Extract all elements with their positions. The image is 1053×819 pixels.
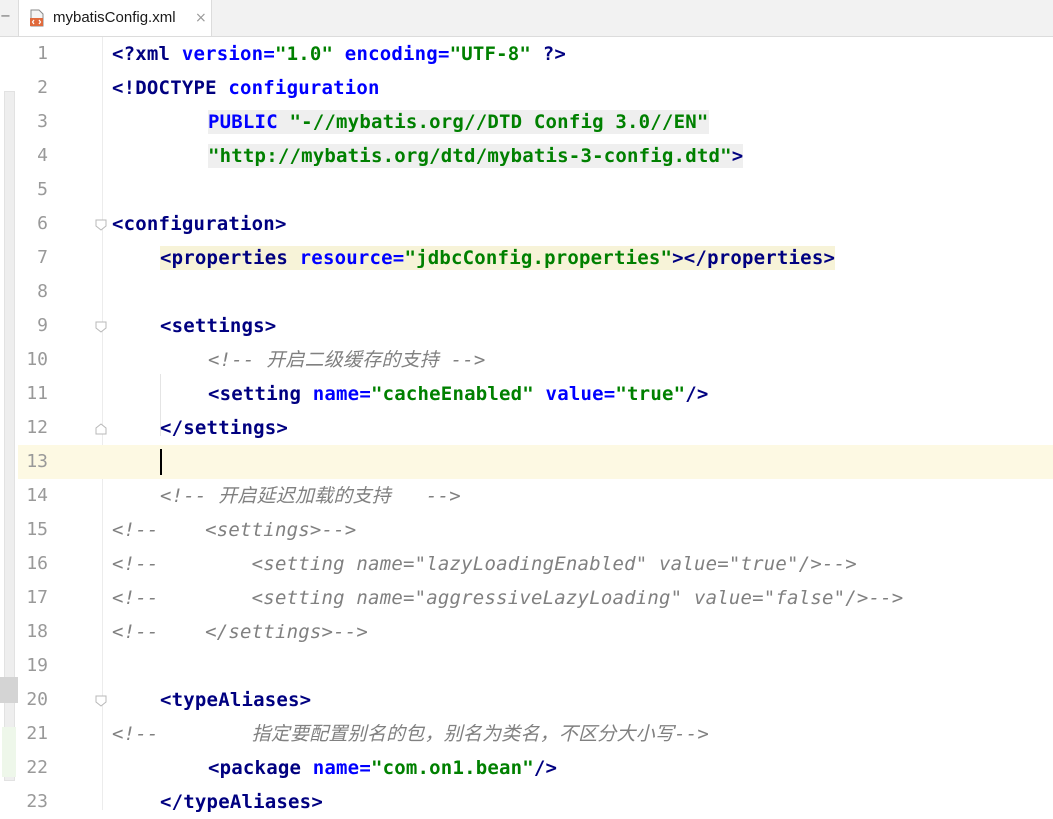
- line-number: 13: [26, 451, 48, 472]
- code-line[interactable]: 14 <!-- 开启延迟加载的支持 -->: [18, 479, 1053, 513]
- line-number: 14: [26, 485, 48, 506]
- comment-text: <!-- <setting name="lazyLoadingEnabled" …: [112, 553, 857, 575]
- fold-marker-icon[interactable]: [94, 421, 108, 435]
- line-number: 4: [37, 145, 48, 166]
- code-line[interactable]: 3 PUBLIC "-//mybatis.org//DTD Config 3.0…: [18, 105, 1053, 139]
- code-line[interactable]: 15 <!-- <settings>-->: [18, 513, 1053, 547]
- code-line[interactable]: 19: [18, 649, 1053, 683]
- line-number: 2: [37, 77, 48, 98]
- side-scroll-thumb[interactable]: [0, 677, 18, 703]
- fold-marker-icon[interactable]: [94, 693, 108, 707]
- line-number: 22: [26, 757, 48, 778]
- close-tab-icon[interactable]: ×: [195, 8, 207, 28]
- line-number: 5: [37, 179, 48, 200]
- code-line[interactable]: 18 <!-- </settings>-->: [18, 615, 1053, 649]
- line-number: 7: [37, 247, 48, 268]
- comment-text: <!-- 开启二级缓存的支持 -->: [208, 349, 486, 371]
- comment-text: <!-- <setting name="aggressiveLazyLoadin…: [112, 587, 904, 609]
- tab-label: mybatisConfig.xml: [53, 9, 176, 26]
- line-number: 6: [37, 213, 48, 234]
- comment-text: <!-- 开启延迟加载的支持 -->: [160, 485, 461, 507]
- line-number: 10: [26, 349, 48, 370]
- code-line[interactable]: 9 <settings>: [18, 309, 1053, 343]
- tab-mybatis-config[interactable]: mybatisConfig.xml ×: [18, 0, 212, 36]
- line-content: </typeAliases>: [160, 791, 323, 813]
- code-line[interactable]: 1 <?xml version="1.0" encoding="UTF-8" ?…: [18, 37, 1053, 71]
- code-line[interactable]: 17 <!-- <setting name="aggressiveLazyLoa…: [18, 581, 1053, 615]
- line-content: PUBLIC "-//mybatis.org//DTD Config 3.0//…: [208, 110, 709, 134]
- code-line[interactable]: 8: [18, 275, 1053, 309]
- line-content: <properties resource="jdbcConfig.propert…: [160, 246, 836, 270]
- text-caret: [160, 449, 162, 475]
- line-content: </settings>: [160, 417, 289, 439]
- line-number: 21: [26, 723, 48, 744]
- line-number: 3: [37, 111, 48, 132]
- line-number: 19: [26, 655, 48, 676]
- code-line[interactable]: 6 <configuration>: [18, 207, 1053, 241]
- line-content: <!DOCTYPE configuration: [112, 77, 380, 99]
- editor-tab-bar: − mybatisConfig.xml ×: [0, 0, 1053, 37]
- line-content: <package name="com.on1.bean"/>: [208, 757, 558, 779]
- line-number: 18: [26, 621, 48, 642]
- code-line[interactable]: 4 "http://mybatis.org/dtd/mybatis-3-conf…: [18, 139, 1053, 173]
- collapse-panel-icon[interactable]: −: [0, 10, 11, 24]
- code-line[interactable]: 12 </settings>: [18, 411, 1053, 445]
- line-number: 8: [37, 281, 48, 302]
- change-marker: [2, 727, 16, 777]
- comment-text: <!-- 指定要配置别名的包，别名为类名，不区分大小写-->: [112, 723, 709, 745]
- code-line[interactable]: 11 <setting name="cacheEnabled" value="t…: [18, 377, 1053, 411]
- line-content: <?xml version="1.0" encoding="UTF-8" ?>: [112, 43, 566, 65]
- code-line[interactable]: 22 <package name="com.on1.bean"/>: [18, 751, 1053, 785]
- line-number: 12: [26, 417, 48, 438]
- xml-file-icon: [29, 9, 45, 27]
- left-window-edge: [0, 37, 18, 810]
- line-content: <settings>: [160, 315, 277, 337]
- code-line[interactable]: 5: [18, 173, 1053, 207]
- comment-text: <!-- </settings>-->: [112, 621, 369, 643]
- comment-text: <!-- <settings>-->: [112, 519, 357, 541]
- line-number: 9: [37, 315, 48, 336]
- code-line[interactable]: 10 <!-- 开启二级缓存的支持 -->: [18, 343, 1053, 377]
- line-number: 20: [26, 689, 48, 710]
- code-line[interactable]: 16 <!-- <setting name="lazyLoadingEnable…: [18, 547, 1053, 581]
- line-content: <typeAliases>: [160, 689, 312, 711]
- code-line[interactable]: 7 <properties resource="jdbcConfig.prope…: [18, 241, 1053, 275]
- line-number: 1: [37, 43, 48, 64]
- line-number: 23: [26, 791, 48, 812]
- code-line[interactable]: 20 <typeAliases>: [18, 683, 1053, 717]
- line-number: 17: [26, 587, 48, 608]
- current-code-line[interactable]: 13: [18, 445, 1053, 479]
- code-line[interactable]: 23 </typeAliases>: [18, 785, 1053, 819]
- line-number: 16: [26, 553, 48, 574]
- line-number: 15: [26, 519, 48, 540]
- line-content: <setting name="cacheEnabled" value="true…: [208, 383, 709, 405]
- code-editor[interactable]: 1 <?xml version="1.0" encoding="UTF-8" ?…: [18, 37, 1053, 813]
- code-line[interactable]: 21 <!-- 指定要配置别名的包，别名为类名，不区分大小写-->: [18, 717, 1053, 751]
- code-line[interactable]: 2 <!DOCTYPE configuration: [18, 71, 1053, 105]
- line-content: <configuration>: [112, 213, 287, 235]
- line-content: "http://mybatis.org/dtd/mybatis-3-config…: [208, 144, 744, 168]
- fold-marker-icon[interactable]: [94, 319, 108, 333]
- line-number: 11: [26, 383, 48, 404]
- fold-marker-icon[interactable]: [94, 217, 108, 231]
